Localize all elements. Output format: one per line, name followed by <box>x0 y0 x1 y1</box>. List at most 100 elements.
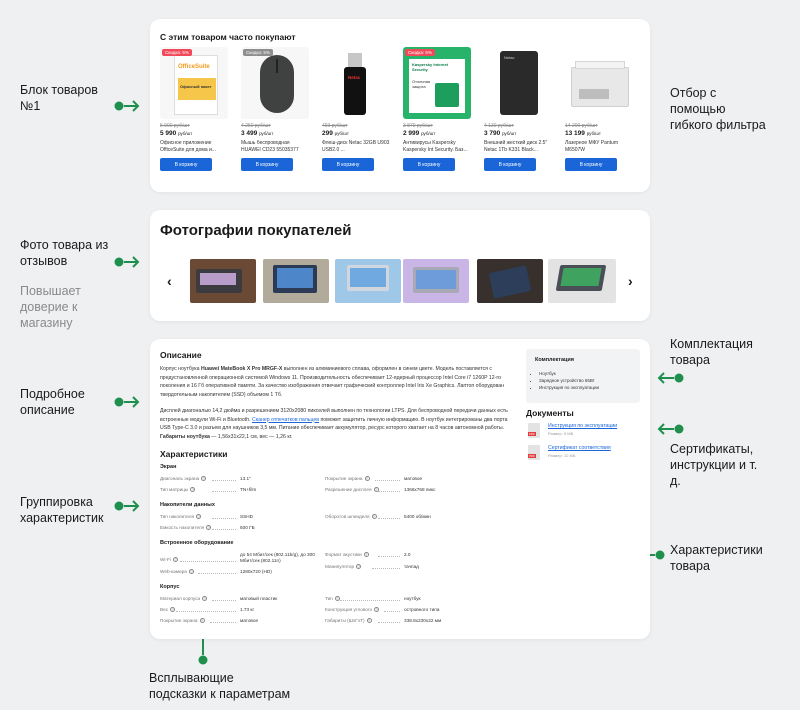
product-name[interactable]: Антивирусы Kaspersky Kaspersky Int Secur… <box>403 140 471 153</box>
product-image-mouse[interactable]: Скидка: 5% <box>241 47 309 119</box>
related-title: С этим товаром часто покупают <box>160 32 296 42</box>
product-card[interactable]: Kaspersky Internet Security Отличная защ… <box>403 47 471 171</box>
product-card[interactable]: Netac 4 130 руб/шт 3 790 руб/шт Внешний … <box>484 47 552 171</box>
old-price: 5 990 руб/шт <box>160 123 190 129</box>
product-image-printer[interactable] <box>565 47 633 119</box>
spec-value: тачпад <box>404 564 419 569</box>
dotted-leader <box>180 561 236 562</box>
help-icon[interactable]: ? <box>363 552 369 557</box>
spec-value: матовое <box>240 618 259 623</box>
help-icon[interactable]: ? <box>201 476 207 481</box>
spec-value: ноутбук <box>404 596 421 601</box>
document-link[interactable]: Сертификат соответствия <box>548 445 611 451</box>
product-name[interactable]: Мышь беспроводная HUAWEI CD23 55035377 <box>241 140 309 153</box>
spec-value: 5400 об/мин <box>404 514 431 519</box>
product-name[interactable]: Флеш-диск Netac 32GB U903 USB2.0 ... <box>322 140 390 153</box>
review-photo[interactable] <box>477 259 543 303</box>
dotted-leader <box>212 491 236 492</box>
add-to-cart-button[interactable]: В корзину <box>241 158 293 171</box>
price: 2 999 руб/шт <box>403 130 436 137</box>
spec-value: островного типа <box>404 607 440 612</box>
dotted-leader <box>212 529 236 530</box>
help-icon[interactable]: ? <box>366 618 372 623</box>
laptop-screen <box>200 273 236 285</box>
arrow-dot <box>655 550 665 560</box>
kit-list: Ноутбук Зарядное устройство 65Вт Инструк… <box>539 370 599 391</box>
help-icon[interactable]: ? <box>364 476 370 481</box>
help-icon[interactable]: ? <box>188 569 194 574</box>
discount-badge: Скидка: 5% <box>405 49 435 56</box>
product-name[interactable]: Офисное приложение OfficeSuite для дома … <box>160 140 228 153</box>
help-icon[interactable]: ? <box>170 607 176 612</box>
description-paragraph: Корпус ноутбука Huawei MateBook X Pro MR… <box>160 366 504 398</box>
printer-tray <box>579 89 609 99</box>
add-to-cart-button[interactable]: В корзину <box>322 158 374 171</box>
review-photo[interactable] <box>263 259 329 303</box>
help-icon[interactable]: ? <box>172 557 178 562</box>
kit-item: Зарядное устройство 65Вт <box>539 377 599 384</box>
help-icon[interactable]: ? <box>190 487 196 492</box>
add-to-cart-button[interactable]: В корзину <box>403 158 455 171</box>
document-link[interactable]: Инструкция по эксплуатации <box>548 423 617 429</box>
product-card[interactable]: Netac 469 руб/шт 299 руб/шт Флеш-диск Ne… <box>322 47 390 171</box>
dotted-leader <box>378 491 400 492</box>
spec-label: Покрытие экрана? <box>325 476 370 481</box>
old-price: 4 250 руб/шт <box>241 123 271 129</box>
fingerprint-link[interactable]: Сканер отпечатков пальцев <box>252 417 319 423</box>
dotted-leader <box>375 480 400 481</box>
add-to-cart-button[interactable]: В корзину <box>484 158 536 171</box>
chevron-left-icon[interactable]: ‹ <box>167 273 172 289</box>
spec-value: 1.73 кг <box>240 607 255 612</box>
product-image-flash[interactable]: Netac <box>322 47 390 119</box>
spec-label: Формат акустики? <box>325 552 369 557</box>
spec-value: 1366x768 пикс <box>404 487 436 492</box>
help-icon[interactable]: ? <box>196 514 201 519</box>
discount-badge: Скидка: 5% <box>243 49 273 56</box>
review-photo[interactable] <box>190 259 256 303</box>
dotted-leader <box>378 556 400 557</box>
review-photo[interactable] <box>335 259 401 303</box>
chevron-right-icon[interactable]: › <box>628 273 633 289</box>
help-icon[interactable]: ? <box>374 607 380 612</box>
dotted-leader <box>198 573 236 574</box>
help-icon[interactable]: ? <box>202 596 208 601</box>
spec-label: Габариты (ШхГхТ)? <box>325 618 372 623</box>
spec-value: SSHD <box>240 514 254 519</box>
arrow-dot <box>114 397 124 407</box>
help-icon[interactable]: ? <box>206 525 212 530</box>
discount-badge: Скидка: 5% <box>162 49 192 56</box>
old-price: 4 130 руб/шт <box>484 123 514 129</box>
help-icon[interactable]: ? <box>356 564 362 569</box>
help-icon[interactable]: ? <box>199 618 205 623</box>
old-price: 14 200 руб/шт <box>565 123 598 129</box>
price: 299 руб/шт <box>322 130 349 137</box>
product-name[interactable]: Лазерное МФУ Pantum M6507W <box>565 140 633 153</box>
product-image-kaspersky[interactable]: Kaspersky Internet Security Отличная защ… <box>403 47 471 119</box>
kit-item: Ноутбук <box>539 370 599 377</box>
add-to-cart-button[interactable]: В корзину <box>565 158 617 171</box>
price: 3 499 руб/шт <box>241 130 274 137</box>
kaspersky-box: Kaspersky Internet Security Отличная защ… <box>409 59 465 113</box>
spec-label: Материал корпуса? <box>160 596 208 601</box>
spec-group-title: Экран <box>160 464 177 470</box>
price: 3 790 руб/шт <box>484 130 517 137</box>
review-photo[interactable] <box>548 259 616 303</box>
spec-label: Вес? <box>160 607 176 612</box>
spec-group-title: Корпус <box>160 584 180 590</box>
spec-label: Диагональ экрана? <box>160 476 207 481</box>
product-image-hdd[interactable]: Netac <box>484 47 552 119</box>
product-card[interactable]: OfficeSuite Офисный пакет Скидка: 5% 5 9… <box>160 47 228 171</box>
customer-photos-card: Фотографии покупателей ‹ › <box>150 210 650 321</box>
product-name[interactable]: Внешний жесткий диск 2.5" Netac 1Tb K331… <box>484 140 552 153</box>
review-photo[interactable] <box>403 259 469 303</box>
add-to-cart-button[interactable]: В корзину <box>160 158 212 171</box>
kit-item: Инструкция по эксплуатации <box>539 384 599 391</box>
product-card[interactable]: 14 200 руб/шт 13 199 руб/шт Лазерное МФУ… <box>565 47 633 171</box>
arrow-dot <box>674 373 684 383</box>
product-image-officesuite[interactable]: OfficeSuite Офисный пакет Скидка: 5% <box>160 47 228 119</box>
spec-label: Тип матрицы? <box>160 487 196 492</box>
help-icon[interactable]: ? <box>371 514 377 519</box>
dotted-leader <box>212 518 236 519</box>
product-card[interactable]: Скидка: 5% 4 250 руб/шт 3 499 руб/шт Мыш… <box>241 47 309 171</box>
dotted-leader <box>384 611 400 612</box>
